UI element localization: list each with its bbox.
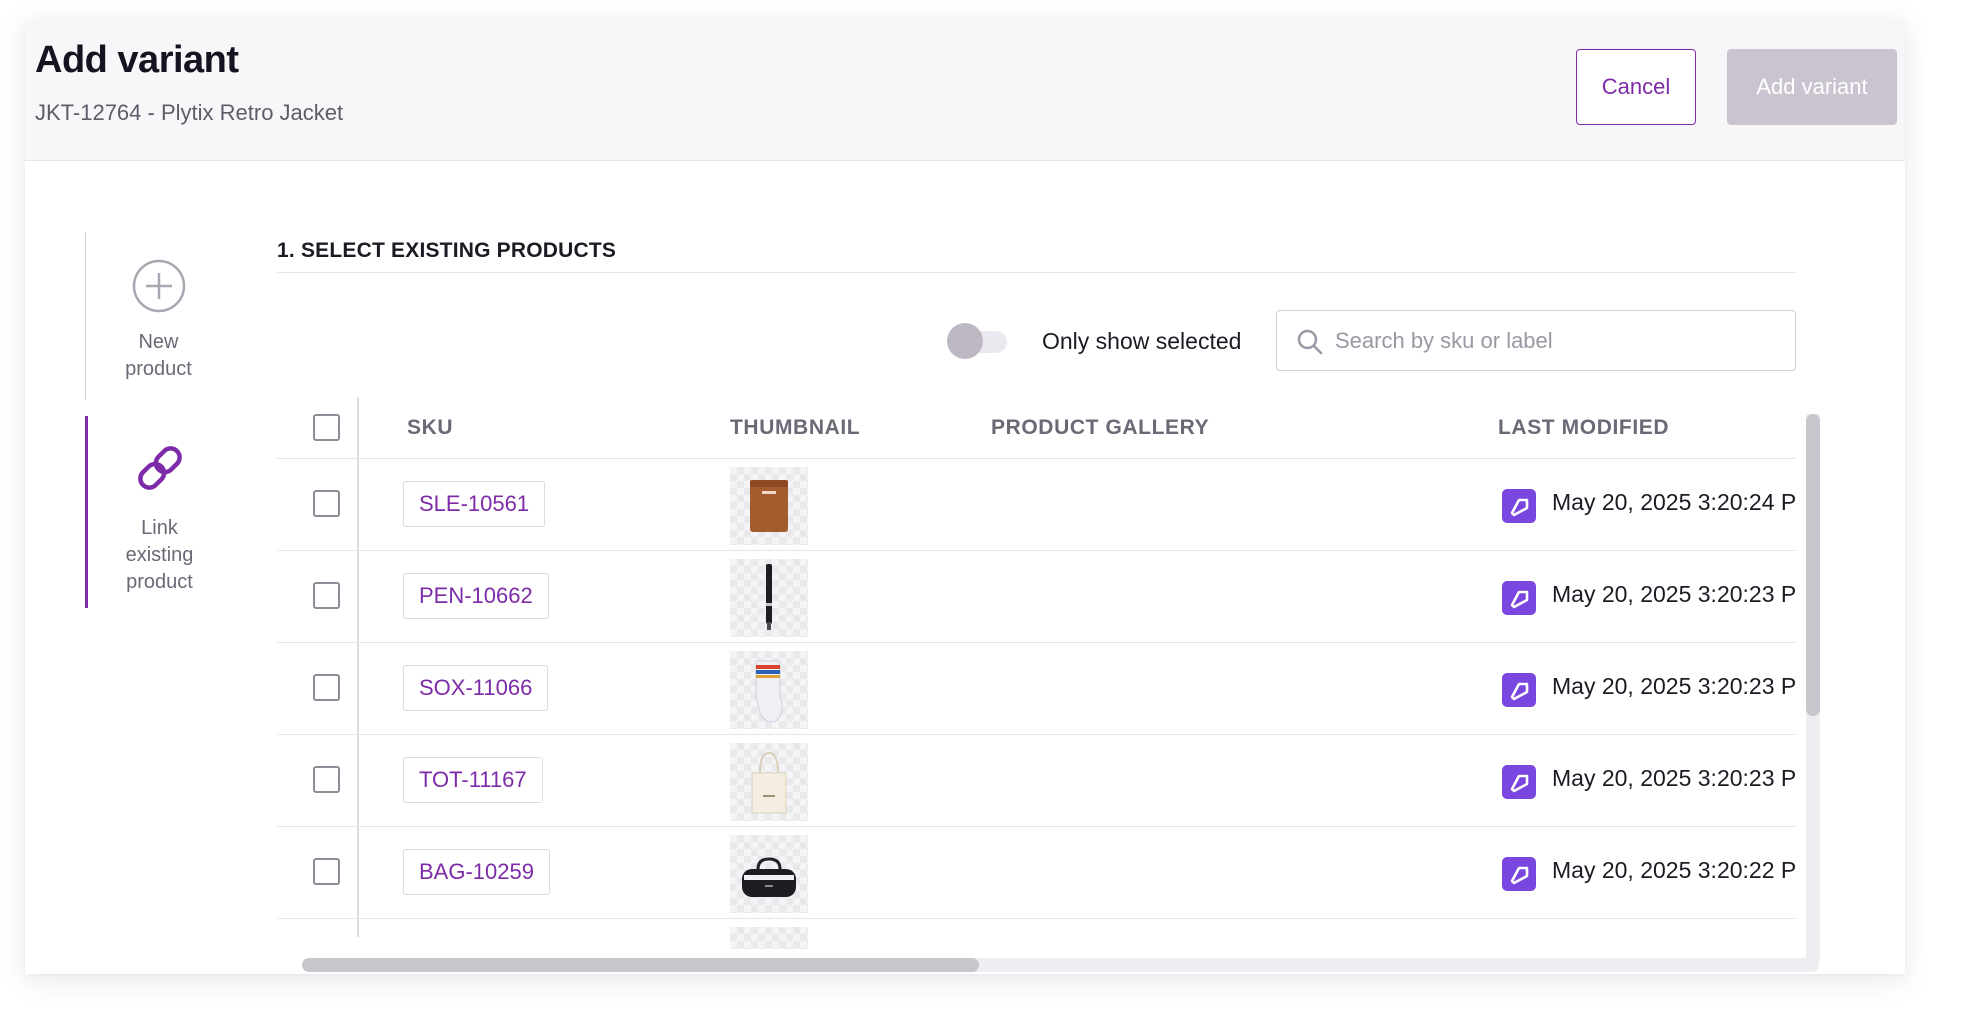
sku-tag[interactable]: SOX-11066: [403, 665, 549, 711]
toggle-knob: [947, 323, 983, 359]
link-icon: [130, 438, 190, 503]
last-modified-date: May 20, 2025 3:20:23 PM: [1552, 765, 1796, 791]
table-row-partial[interactable]: [277, 919, 1796, 949]
thumbnail-black-pen[interactable]: [730, 559, 808, 637]
modified-by-icon: [1502, 765, 1536, 799]
row-checkbox[interactable]: [313, 674, 340, 701]
thumbnail-duffel-bag[interactable]: [730, 835, 808, 913]
table-header: SKU THUMBNAIL PRODUCT GALLERY LAST MODIF…: [277, 397, 1796, 459]
section-title: 1. SELECT EXISTING PRODUCTS: [277, 239, 617, 262]
section-divider: [277, 272, 1796, 273]
nav-new-product-label: New product: [125, 331, 192, 380]
modified-by-icon: [1502, 673, 1536, 707]
cancel-button[interactable]: Cancel: [1576, 49, 1696, 125]
row-checkbox[interactable]: [313, 858, 340, 885]
last-modified-date: May 20, 2025 3:20:22 PM: [1552, 857, 1796, 883]
horizontal-scrollbar-thumb[interactable]: [302, 958, 979, 972]
page-title: Add variant: [35, 39, 239, 81]
search-input[interactable]: [1335, 311, 1775, 370]
last-modified-date: May 20, 2025 3:20:23 PM: [1552, 673, 1796, 699]
column-header-product-gallery[interactable]: PRODUCT GALLERY: [991, 416, 1209, 440]
thumbnail-striped-socks[interactable]: [730, 651, 808, 729]
table-row[interactable]: TOT-11167 May 20, 2025 3:20:23 PM: [277, 735, 1796, 827]
table-row[interactable]: PEN-10662 May 20, 2025 3:20:23 PM: [277, 551, 1796, 643]
add-variant-button[interactable]: Add variant: [1727, 49, 1897, 125]
nav-link-existing-product[interactable]: Link existing product: [85, 416, 225, 608]
select-all-checkbox[interactable]: [313, 414, 340, 441]
sku-tag[interactable]: TOT-11167: [403, 757, 543, 803]
column-header-thumbnail[interactable]: THUMBNAIL: [730, 416, 860, 440]
column-header-sku[interactable]: SKU: [407, 416, 453, 440]
sku-tag[interactable]: PEN-10662: [403, 573, 549, 619]
modified-by-icon: [1502, 489, 1536, 523]
sku-tag[interactable]: BAG-10259: [403, 849, 550, 895]
thumbnail-tote-bag[interactable]: [730, 743, 808, 821]
table-row[interactable]: SOX-11066 May 20, 2025 3:20:23 PM: [277, 643, 1796, 735]
nav-new-product[interactable]: New product: [85, 232, 225, 400]
only-show-selected-toggle[interactable]: [947, 321, 1007, 361]
row-checkbox[interactable]: [313, 766, 340, 793]
column-header-last-modified[interactable]: LAST MODIFIED: [1498, 416, 1669, 440]
sku-tag[interactable]: SLE-10561: [403, 481, 546, 527]
search-icon: [1295, 327, 1325, 357]
dialog-header: Add variant JKT-12764 - Plytix Retro Jac…: [25, 19, 1905, 161]
last-modified-date: May 20, 2025 3:20:23 PM: [1552, 581, 1796, 607]
vertical-scrollbar-thumb[interactable]: [1806, 414, 1820, 716]
only-show-selected-label: Only show selected: [1042, 328, 1242, 354]
nav-link-existing-label: Link existing product: [125, 517, 194, 593]
last-modified-date: May 20, 2025 3:20:24 PM: [1552, 489, 1796, 515]
table-row[interactable]: BAG-10259 May 20, 2025 3:20:22 PM: [277, 827, 1796, 919]
product-subtitle: JKT-12764 - Plytix Retro Jacket: [35, 100, 344, 125]
products-table: SKU THUMBNAIL PRODUCT GALLERY LAST MODIF…: [277, 397, 1796, 949]
thumbnail-brown-sleeve[interactable]: [730, 467, 808, 545]
plus-circle-icon: [131, 258, 187, 319]
variant-mode-nav: New product Link existing product: [85, 232, 225, 608]
modified-by-icon: [1502, 857, 1536, 891]
row-checkbox[interactable]: [313, 490, 340, 517]
row-checkbox[interactable]: [313, 582, 340, 609]
search-box: [1276, 310, 1796, 371]
modified-by-icon: [1502, 581, 1536, 615]
thumbnail-partial[interactable]: [730, 927, 808, 949]
table-row[interactable]: SLE-10561 May 20, 2025 3:20:24 PM: [277, 459, 1796, 551]
